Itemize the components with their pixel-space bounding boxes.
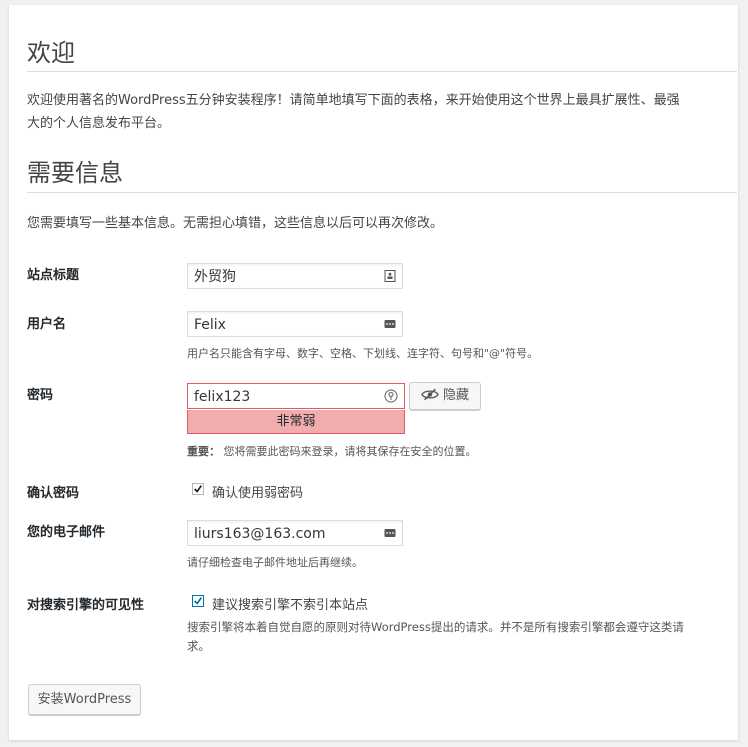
- password-strength-meter: 非常弱: [187, 410, 405, 434]
- email-input[interactable]: liurs163@163.com: [187, 520, 403, 546]
- divider: [27, 192, 737, 193]
- divider: [27, 71, 737, 72]
- confirm-password-label: 确认密码: [27, 486, 80, 501]
- info-text: 您需要填写一些基本信息。无需担心填错，这些信息以后可以再次修改。: [27, 216, 444, 231]
- visibility-hint: 搜索引擎将本着自觉自愿的原则对待WordPress提出的请求。并不是所有搜索引擎…: [187, 618, 717, 656]
- welcome-title: 欢迎: [27, 39, 75, 67]
- password-input[interactable]: felix123: [187, 383, 405, 409]
- checkmark-icon: [194, 597, 203, 605]
- password-label: 密码: [27, 388, 54, 403]
- install-card: 欢迎 欢迎使用著名的WordPress五分钟安装程序！请简单地填写下面的表格，来…: [9, 5, 738, 740]
- autofill-icon: [384, 320, 396, 328]
- password-value: felix123: [194, 389, 251, 405]
- eye-slash-icon: [421, 388, 439, 401]
- checkmark-icon: [194, 485, 203, 493]
- hide-password-button[interactable]: 隐藏: [409, 382, 481, 410]
- email-label: 您的电子邮件: [27, 525, 106, 540]
- username-value: Felix: [194, 317, 226, 333]
- site-title-label: 站点标题: [27, 268, 80, 283]
- username-input[interactable]: Felix: [187, 311, 403, 337]
- discourage-search-engines-checkbox[interactable]: [192, 595, 204, 607]
- username-hint: 用户名只能含有字母、数字、空格、下划线、连字符、句号和"@"符号。: [187, 347, 539, 360]
- welcome-text-line1: 欢迎使用著名的WordPress五分钟安装程序！请简单地填写下面的表格，来开始使…: [27, 93, 680, 108]
- password-hint-text: 您将需要此密码来登录，请将其保存在安全的位置。: [223, 445, 477, 458]
- autofill-icon: [384, 529, 396, 537]
- email-value: liurs163@163.com: [194, 526, 326, 542]
- info-title: 需要信息: [27, 159, 123, 187]
- welcome-text: 欢迎使用著名的WordPress五分钟安装程序！请简单地填写下面的表格，来开始使…: [27, 89, 737, 135]
- visibility-hint-line2: 求。: [187, 639, 210, 653]
- email-hint: 请仔细检查电子邮件地址后再继续。: [187, 556, 363, 569]
- site-title-value: 外贸狗: [194, 269, 236, 285]
- password-hint: 重要： 您将需要此密码来登录，请将其保存在安全的位置。: [187, 443, 477, 459]
- confirm-weak-password-checkbox[interactable]: [192, 483, 204, 495]
- site-title-input[interactable]: 外贸狗: [187, 263, 403, 289]
- contact-card-icon: [384, 270, 396, 282]
- install-wordpress-button[interactable]: 安装WordPress: [28, 684, 141, 715]
- password-hint-important: 重要：: [187, 445, 220, 458]
- visibility-label: 对搜索引擎的可见性: [27, 598, 145, 613]
- hide-password-label: 隐藏: [442, 388, 469, 403]
- discourage-search-engines-label[interactable]: 建议搜索引擎不索引本站点: [212, 594, 368, 613]
- username-label: 用户名: [27, 317, 67, 332]
- visibility-hint-line1: 搜索引擎将本着自觉自愿的原则对待WordPress提出的请求。并不是所有搜索引擎…: [187, 620, 684, 634]
- confirm-weak-password-label[interactable]: 确认使用弱密码: [212, 482, 303, 501]
- welcome-text-line2: 大的个人信息发布平台。: [27, 116, 171, 131]
- password-key-icon[interactable]: [384, 389, 398, 403]
